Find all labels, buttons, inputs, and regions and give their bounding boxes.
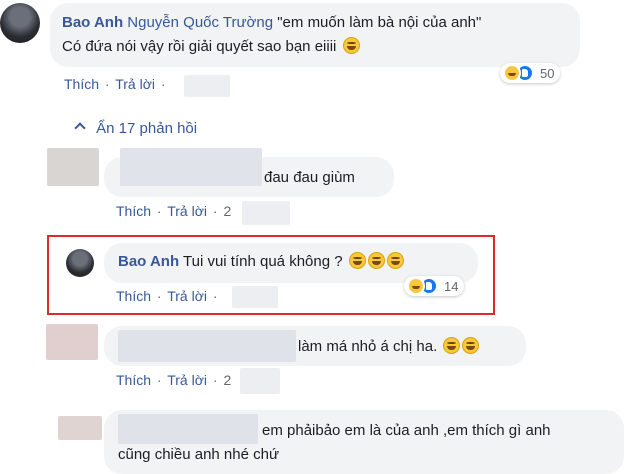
separator-dot: · [160, 76, 166, 92]
reply-link[interactable]: Trả lời [115, 76, 155, 92]
reply-text: đau đau giùm [264, 169, 355, 186]
reaction-count: 14 [444, 278, 459, 294]
blurred-timestamp [240, 368, 280, 394]
hide-replies-label: Ẩn 17 phản hồi [96, 120, 198, 137]
avatar[interactable] [0, 3, 40, 43]
avatar[interactable] [46, 324, 98, 360]
reply-text: làm má nhỏ á chị ha. [298, 338, 438, 355]
haha-icon [407, 277, 425, 295]
reply-link[interactable]: Trả lời [167, 203, 207, 219]
reply-text-line2: cũng chiều anh nhé chứ [118, 446, 279, 463]
comment-header: Bao Anh Nguyễn Quốc Trường "em muốn làm … [62, 13, 481, 33]
grin-emoji-icon [348, 252, 366, 269]
reply-link[interactable]: Trả lời [167, 372, 207, 388]
comment-text-line1: "em muốn làm bà nội của anh" [277, 14, 482, 31]
blurred-timestamp [232, 286, 278, 308]
comment-text-line2-wrap: Có đứa nói vậy rồi giải quyết sao bạn ei… [62, 37, 360, 57]
like-link[interactable]: Thích [116, 288, 151, 304]
separator-dot: · [104, 76, 110, 92]
blurred-author-name [120, 148, 262, 186]
avatar[interactable] [47, 148, 99, 186]
blurred-author-name [118, 414, 258, 444]
separator-dot: · [212, 203, 218, 219]
separator-dot: · [156, 203, 162, 219]
grin-emoji-icon [462, 337, 480, 354]
reaction-summary[interactable]: 14 [404, 276, 465, 296]
like-link[interactable]: Thích [64, 76, 99, 92]
reply-actions: Thích · Trả lời · [116, 288, 220, 304]
like-link[interactable]: Thích [116, 203, 151, 219]
grin-emoji-icon [443, 337, 461, 354]
avatar[interactable] [66, 249, 94, 277]
tagged-user[interactable]: Nguyễn Quốc Trường [127, 14, 273, 31]
reply-actions: Thích · Trả lời · 2 [116, 372, 233, 388]
reply-link[interactable]: Trả lời [167, 288, 207, 304]
comment-actions: Thích · Trả lời · [64, 76, 168, 92]
blurred-timestamp [184, 75, 230, 97]
blurred-timestamp [242, 201, 290, 225]
reply-actions: Thích · Trả lời · 2 [116, 203, 233, 219]
rofl-emoji-icon [342, 37, 360, 54]
grin-emoji-icon [367, 252, 385, 269]
haha-icon [503, 64, 521, 82]
reply-text: Tui vui tính quá không ? [183, 253, 343, 270]
separator-dot: · [156, 288, 162, 304]
comment-author[interactable]: Bao Anh [62, 14, 123, 31]
grin-emoji-icon [386, 252, 404, 269]
separator-dot: · [212, 372, 218, 388]
reply-content: Bao Anh Tui vui tính quá không ? [118, 252, 404, 272]
timestamp-fragment: 2 [223, 372, 232, 388]
separator-dot: · [212, 288, 218, 304]
timestamp-fragment: 2 [223, 203, 232, 219]
comment-text-line2: Có đứa nói vậy rồi giải quyết sao bạn ei… [62, 38, 337, 55]
reply-content: làm má nhỏ á chị ha. [298, 337, 480, 357]
reaction-count: 50 [540, 65, 555, 81]
reaction-summary[interactable]: 50 [500, 63, 561, 83]
avatar[interactable] [58, 416, 102, 440]
reply-text-line1: em phảibảo em là của anh ,em thích gì an… [262, 422, 551, 439]
reply-author[interactable]: Bao Anh [118, 253, 179, 270]
blurred-author-name [118, 330, 296, 362]
like-link[interactable]: Thích [116, 372, 151, 388]
chevron-up-icon [74, 122, 86, 134]
separator-dot: · [156, 372, 162, 388]
hide-replies-link[interactable]: Ẩn 17 phản hồi [74, 120, 198, 137]
